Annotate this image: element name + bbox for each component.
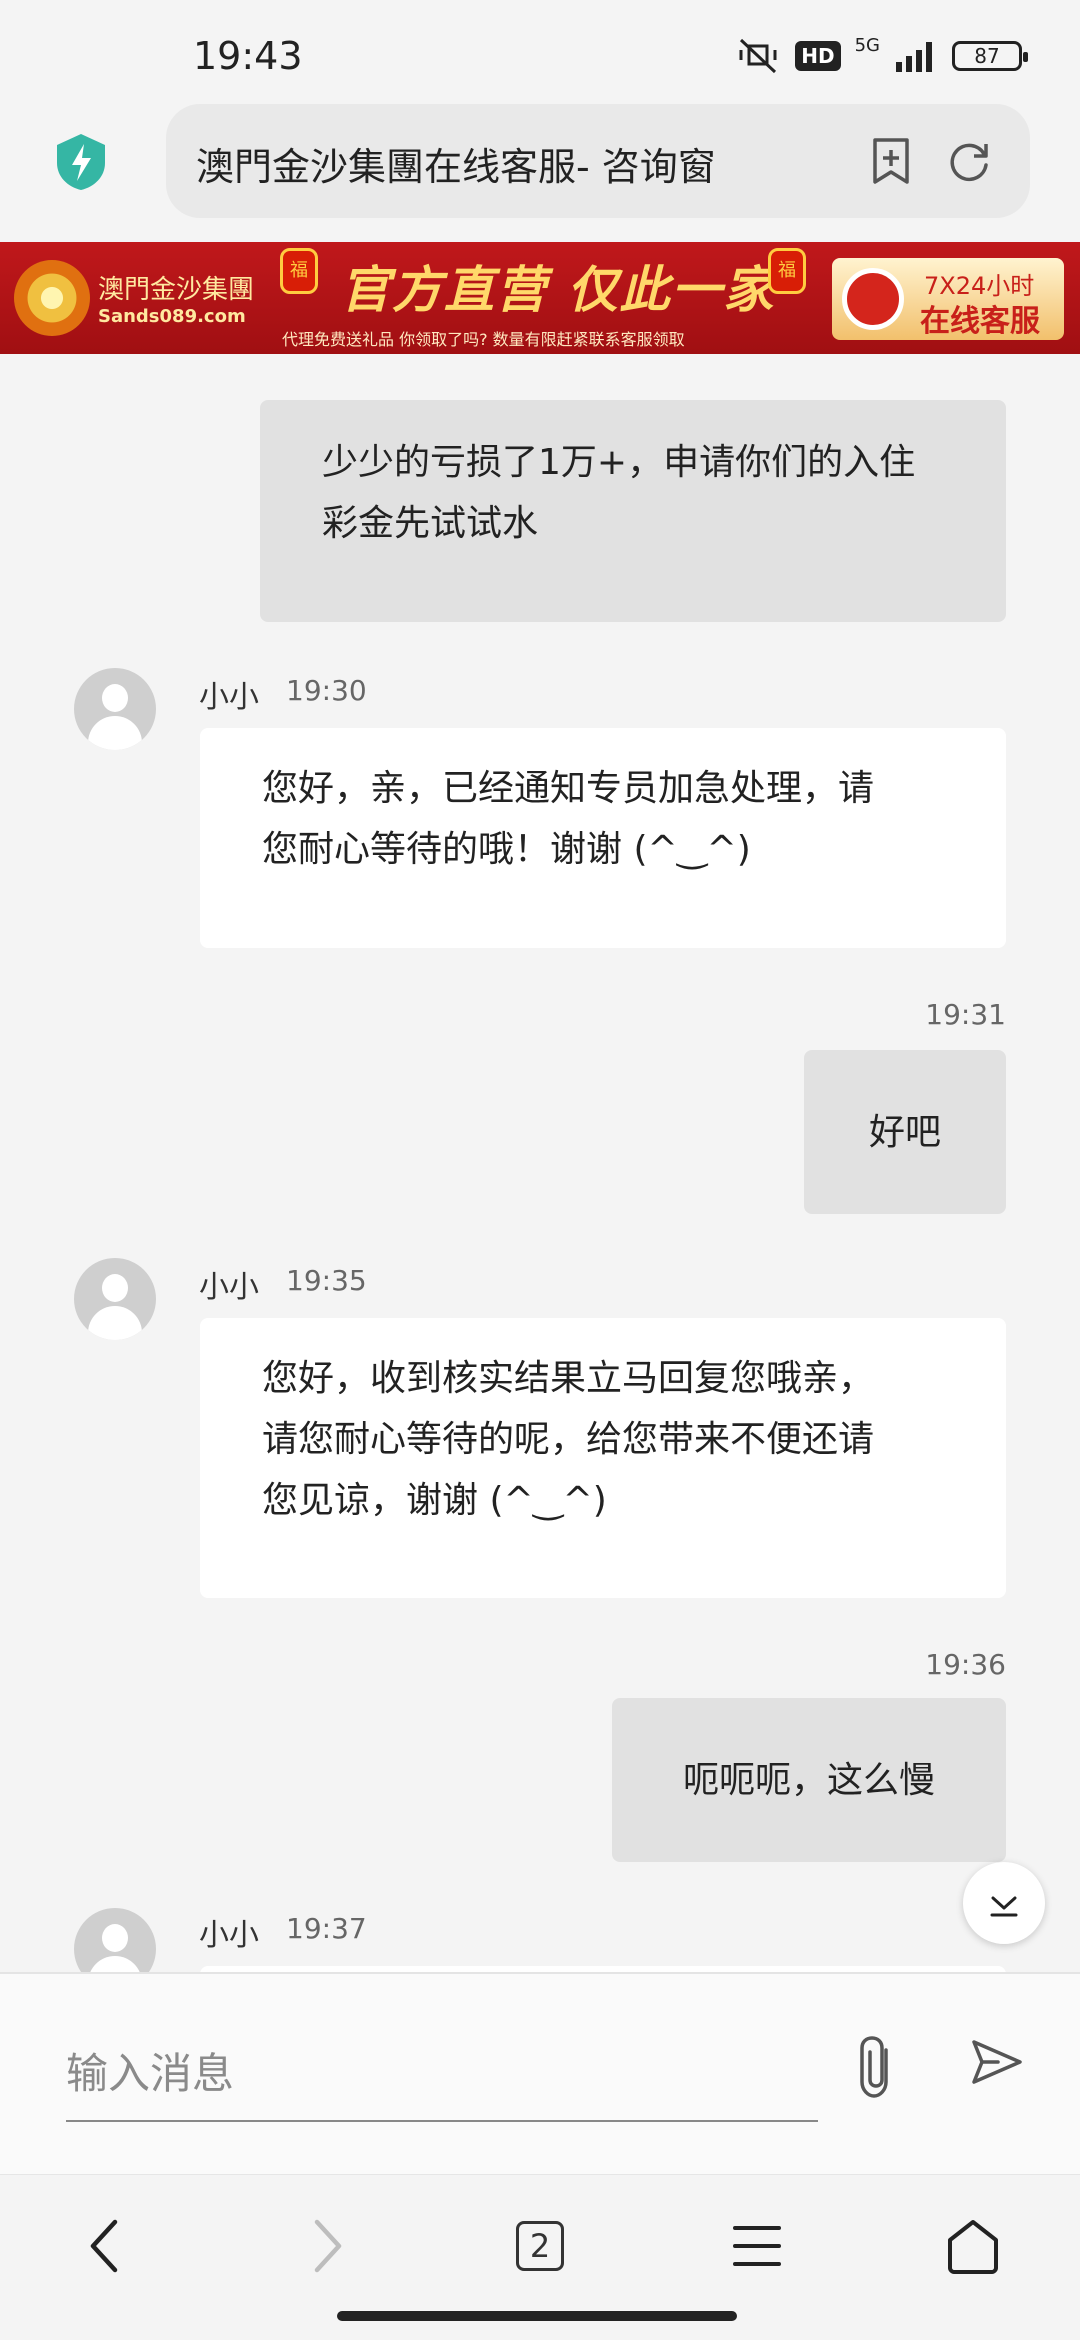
service-icon bbox=[842, 268, 904, 330]
message-line: 好吧 bbox=[868, 1111, 941, 1153]
status-icons: HD 5G 87 bbox=[735, 35, 1028, 76]
banner-subtext: 代理免费送礼品 你领取了吗? 数量有限赶紧联系客服领取 bbox=[282, 330, 685, 349]
agent-name: 小小 bbox=[199, 1918, 259, 1953]
service-label: 在线客服 bbox=[920, 304, 1040, 339]
message-line: 呃呃呃，这么慢 bbox=[682, 1759, 935, 1801]
online-service-button[interactable]: 7X24小时 在线客服 bbox=[832, 258, 1064, 340]
message-line: 您耐心等待的哦！谢谢 (^‿^) bbox=[262, 829, 751, 870]
battery-icon: 87 bbox=[952, 41, 1028, 71]
message-composer bbox=[0, 1972, 1080, 2174]
sands-logo: 澳門金沙集團 Sands089.com bbox=[14, 260, 254, 336]
menu-button[interactable] bbox=[722, 2211, 792, 2281]
banner-headline: 官方直营 仅此一家 bbox=[340, 261, 776, 319]
network-type: 5G bbox=[854, 35, 880, 56]
battery-level: 87 bbox=[974, 44, 1000, 68]
agent-avatar bbox=[74, 668, 156, 750]
mute-vibrate-icon bbox=[739, 38, 777, 74]
message-time: 19:36 bbox=[925, 1648, 1006, 1681]
browser-address-bar: 澳門金沙集團在线客服- 咨询窗 bbox=[0, 100, 1080, 242]
chevron-right-icon bbox=[314, 2219, 342, 2273]
chevron-left-icon bbox=[90, 2219, 118, 2273]
agent-message-bubble: 您好，收到核实结果立马回复您哦亲， 请您耐心等待的呢，给您带来不便还请 您见谅，… bbox=[200, 1318, 1006, 1598]
agent-name: 小小 bbox=[199, 1270, 259, 1305]
lantern-icon: 福 bbox=[280, 248, 318, 294]
signal-icon bbox=[896, 42, 932, 72]
message-time: 19:37 bbox=[286, 1912, 367, 1945]
home-button[interactable] bbox=[938, 2211, 1008, 2281]
home-indicator[interactable] bbox=[337, 2311, 737, 2321]
menu-icon bbox=[733, 2226, 781, 2266]
message-line: 您好，收到核实结果立马回复您哦亲， bbox=[262, 1358, 875, 1399]
send-icon[interactable] bbox=[968, 2034, 1024, 2090]
message-line: 您见谅，谢谢 (^‿^) bbox=[262, 1480, 607, 1521]
shield-icon[interactable] bbox=[54, 132, 108, 192]
scroll-to-bottom-button[interactable] bbox=[963, 1862, 1045, 1944]
self-message-bubble: 呃呃呃，这么慢 bbox=[612, 1698, 1006, 1862]
tabs-button[interactable]: 2 bbox=[505, 2211, 575, 2281]
browser-bottom-nav: 2 bbox=[0, 2174, 1080, 2340]
message-line: 彩金先试试水 bbox=[322, 503, 539, 544]
add-bookmark-icon[interactable] bbox=[866, 136, 916, 186]
message-input[interactable] bbox=[66, 2026, 818, 2122]
logo-subtitle: Sands089.com bbox=[98, 306, 246, 327]
logo-title: 澳門金沙集團 bbox=[98, 275, 255, 305]
agent-avatar bbox=[74, 1908, 156, 1972]
tab-count: 2 bbox=[516, 2221, 564, 2271]
lantern-icon: 福 bbox=[768, 248, 806, 294]
url-box[interactable]: 澳門金沙集團在线客服- 咨询窗 bbox=[166, 104, 1030, 218]
self-message-bubble: 好吧 bbox=[804, 1050, 1006, 1214]
message-time: 19:30 bbox=[286, 674, 367, 707]
agent-name: 小小 bbox=[199, 680, 259, 715]
message-line: 请您耐心等待的呢，给您带来不便还请 bbox=[262, 1419, 875, 1460]
status-time: 19:43 bbox=[193, 34, 303, 78]
promo-banner[interactable]: 澳門金沙集團 Sands089.com 福 官方直营 仅此一家 福 代理免费送礼… bbox=[0, 242, 1080, 354]
agent-message-bubble: 您好，亲，已经通知专员加急处理，请 您耐心等待的哦！谢谢 (^‿^) bbox=[200, 728, 1006, 948]
message-line: 您好，亲，已经通知专员加急处理，请 bbox=[262, 768, 875, 809]
message-time: 19:31 bbox=[925, 998, 1006, 1031]
attachment-icon[interactable] bbox=[850, 2032, 906, 2102]
sun-logo-icon bbox=[14, 260, 90, 336]
chat-messages[interactable]: 少少的亏损了1万+，申请你们的入住 彩金先试试水 小小 19:30 您好，亲，已… bbox=[0, 354, 1080, 1972]
home-icon bbox=[948, 2220, 998, 2274]
forward-button[interactable] bbox=[292, 2211, 362, 2281]
refresh-icon[interactable] bbox=[944, 136, 994, 186]
message-line: 少少的亏损了1万+，申请你们的入住 bbox=[322, 442, 916, 483]
message-time: 19:35 bbox=[286, 1264, 367, 1297]
chevron-down-icon bbox=[990, 1896, 1018, 1917]
status-bar: 19:43 HD 5G 87 bbox=[0, 0, 1080, 100]
self-message-bubble: 少少的亏损了1万+，申请你们的入住 彩金先试试水 bbox=[260, 400, 1006, 622]
hd-badge: HD bbox=[795, 41, 841, 71]
agent-avatar bbox=[74, 1258, 156, 1340]
url-title[interactable]: 澳門金沙集團在线客服- 咨询窗 bbox=[196, 136, 796, 191]
back-button[interactable] bbox=[70, 2211, 140, 2281]
